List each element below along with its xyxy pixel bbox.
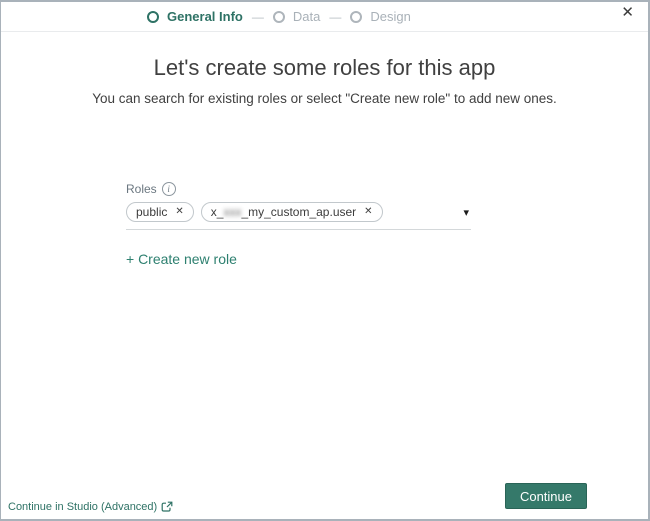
step-circle-icon [147, 10, 159, 23]
role-chip-label: x_xxx_my_custom_ap.user [210, 205, 357, 219]
remove-chip-icon[interactable]: ✕ [175, 207, 183, 217]
create-app-wizard-dialog: General Info — Data — Design ✕ Let's cre… [0, 0, 650, 521]
external-link-icon [161, 501, 173, 513]
role-chip-label: public [136, 205, 168, 219]
page-title: Let's create some roles for this app [153, 55, 496, 80]
info-icon[interactable]: i [161, 182, 176, 196]
redacted-text: xxx [223, 205, 242, 219]
remove-chip-icon[interactable]: ✕ [364, 207, 372, 217]
roles-select-field[interactable]: public ✕ x_xxx_my_custom_ap.user ✕ ▾ [126, 202, 471, 230]
roles-field-label-row: Roles i [126, 182, 471, 196]
role-chip: public ✕ [126, 202, 194, 222]
roles-field-label: Roles [126, 182, 157, 196]
close-button[interactable]: ✕ [617, 3, 638, 22]
step-separator: — [251, 9, 264, 24]
stepper-step-general-info[interactable]: General Info [147, 9, 243, 24]
wizard-header: General Info — Data — Design ✕ [1, 2, 648, 32]
role-chip: x_xxx_my_custom_ap.user ✕ [200, 202, 383, 222]
step-label: Design [370, 9, 411, 24]
close-icon: ✕ [621, 4, 634, 21]
continue-in-studio-label: Continue in Studio (Advanced) [8, 501, 158, 513]
wizard-stepper: General Info — Data — Design [147, 2, 411, 31]
step-circle-icon [272, 10, 285, 23]
page-subtitle: You can search for existing roles or sel… [92, 91, 557, 106]
continue-in-studio-link[interactable]: Continue in Studio (Advanced) [8, 501, 173, 513]
chevron-down-icon[interactable]: ▾ [463, 206, 469, 219]
step-circle-icon [350, 10, 363, 23]
roles-form-block: Roles i public ✕ x_xxx_my_custom_ap.user… [126, 182, 471, 269]
step-label: General Info [167, 9, 243, 24]
create-new-role-link[interactable]: + Create new role [126, 251, 237, 267]
stepper-step-data[interactable]: Data [272, 9, 321, 24]
stepper-step-design[interactable]: Design [350, 9, 411, 24]
step-label: Data [292, 9, 321, 24]
step-separator: — [329, 9, 342, 24]
continue-button[interactable]: Continue [504, 483, 587, 509]
